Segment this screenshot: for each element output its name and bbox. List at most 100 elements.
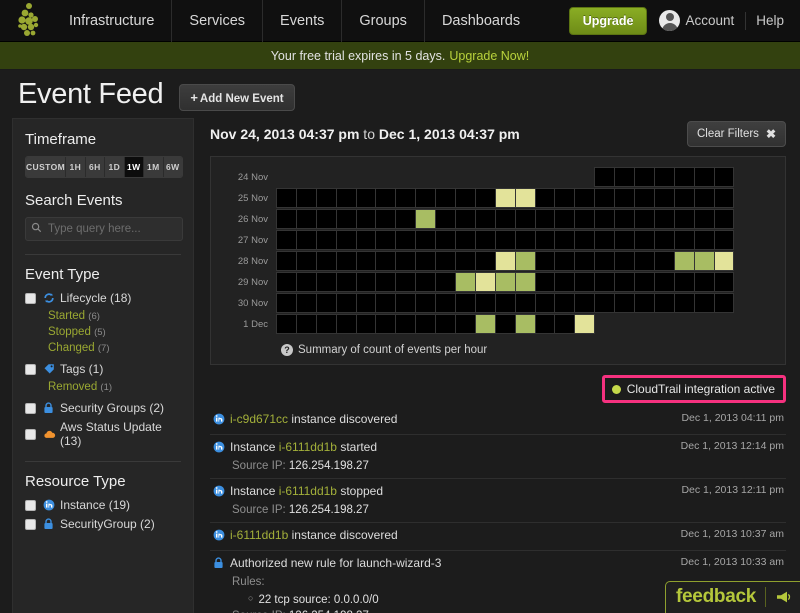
nav-item-dashboards[interactable]: Dashboards (425, 0, 537, 42)
heatmap-cell[interactable] (634, 167, 655, 187)
heatmap-cell[interactable] (514, 230, 536, 250)
heatmap-cell[interactable] (435, 272, 457, 292)
heatmap-cell[interactable] (335, 188, 357, 208)
heatmap-cell[interactable] (295, 230, 317, 250)
heatmap-cell[interactable] (634, 293, 655, 313)
heatmap-cell[interactable] (534, 272, 556, 292)
heatmap-cell[interactable] (514, 209, 536, 229)
heatmap-cell[interactable] (474, 272, 496, 292)
nav-item-services[interactable]: Services (172, 0, 264, 42)
heatmap-cell[interactable] (514, 314, 536, 334)
heatmap-cell[interactable] (614, 188, 636, 208)
filter-security-groups[interactable]: Security Groups (2) (25, 401, 181, 415)
heatmap-cell[interactable] (295, 188, 317, 208)
add-new-event-button[interactable]: + Add New Event (179, 83, 295, 111)
heatmap-cell[interactable] (713, 209, 735, 229)
heatmap-cell[interactable] (614, 272, 636, 292)
heatmap-cell[interactable] (614, 230, 636, 250)
heatmap-cell[interactable] (673, 167, 695, 187)
heatmap-cell[interactable] (395, 251, 417, 271)
heatmap-cell[interactable] (713, 188, 735, 208)
heatmap-cell[interactable] (494, 272, 516, 292)
heatmap-cell[interactable] (554, 209, 576, 229)
heatmap-cell[interactable] (534, 293, 556, 313)
timeframe-option-6w[interactable]: 6W (163, 157, 182, 177)
heatmap-cell[interactable] (673, 251, 695, 271)
heatmap-cell[interactable] (574, 272, 596, 292)
heatmap-cell[interactable] (474, 230, 496, 250)
heatmap-cell[interactable] (574, 188, 596, 208)
filter-resource-instance[interactable]: Instance (19) (25, 498, 181, 512)
heatmap-cell[interactable] (634, 230, 655, 250)
heatmap-cell[interactable] (693, 272, 715, 292)
clear-filters-button[interactable]: Clear Filters ✖ (686, 121, 786, 147)
heatmap-cell[interactable] (474, 209, 496, 229)
heatmap-cell[interactable] (335, 314, 357, 334)
heatmap-cell[interactable] (395, 314, 417, 334)
checkbox-tags[interactable] (25, 363, 36, 375)
heatmap-cell[interactable] (673, 293, 695, 313)
nav-item-infrastructure[interactable]: Infrastructure (52, 0, 173, 42)
heatmap-cell[interactable] (653, 188, 675, 208)
heatmap-cell[interactable] (435, 251, 457, 271)
event-list-item[interactable]: Instance i-6111dd1b stopped Dec 1, 2013 1… (210, 479, 786, 523)
heatmap-cell[interactable] (514, 188, 536, 208)
heatmap-cell[interactable] (673, 188, 695, 208)
heatmap-cell[interactable] (554, 293, 576, 313)
heatmap-cell[interactable] (594, 272, 616, 292)
heatmap-cell[interactable] (494, 314, 516, 334)
heatmap-cell[interactable] (514, 293, 536, 313)
heatmap-cell[interactable] (594, 230, 616, 250)
heatmap-cell[interactable] (653, 293, 675, 313)
heatmap-cell[interactable] (455, 209, 476, 229)
help-question-icon[interactable]: ? (281, 344, 293, 356)
heatmap-cell[interactable] (315, 314, 337, 334)
heatmap-cell[interactable] (494, 188, 516, 208)
heatmap-cell[interactable] (474, 251, 496, 271)
datadog-logo-icon[interactable] (0, 0, 52, 42)
heatmap-cell[interactable] (335, 230, 357, 250)
heatmap-cell[interactable] (693, 251, 715, 271)
nav-item-groups[interactable]: Groups (342, 0, 425, 42)
resource-id-link[interactable]: i-6111dd1b (230, 528, 288, 542)
heatmap-cell[interactable] (455, 293, 476, 313)
feedback-widget[interactable]: feedback (665, 581, 800, 613)
trial-upgrade-link[interactable]: Upgrade Now! (449, 49, 529, 63)
heatmap-cell[interactable] (713, 272, 735, 292)
heatmap-cell[interactable] (554, 188, 576, 208)
heatmap-cell[interactable] (276, 293, 297, 313)
heatmap-cell[interactable] (653, 167, 675, 187)
heatmap-cell[interactable] (335, 293, 357, 313)
heatmap-cell[interactable] (395, 230, 417, 250)
heatmap-cell[interactable] (295, 251, 317, 271)
heatmap-cell[interactable] (594, 167, 616, 187)
nav-item-events[interactable]: Events (263, 0, 343, 42)
heatmap-cell[interactable] (355, 293, 377, 313)
heatmap-cell[interactable] (534, 230, 556, 250)
heatmap-cell[interactable] (554, 314, 576, 334)
heatmap-cell[interactable] (395, 272, 417, 292)
checkbox-lifecycle[interactable] (25, 292, 36, 304)
heatmap-cell[interactable] (653, 230, 675, 250)
heatmap-cell[interactable] (355, 188, 377, 208)
filter-lifecycle[interactable]: Lifecycle (18) (25, 291, 181, 305)
resource-id-link[interactable]: i-6111dd1b (279, 484, 337, 498)
checkbox-resource-instance[interactable] (25, 499, 36, 511)
heatmap-cell[interactable] (355, 314, 377, 334)
heatmap-cell[interactable] (713, 251, 735, 271)
heatmap-cell[interactable] (315, 251, 337, 271)
timeframe-option-1h[interactable]: 1H (66, 157, 86, 177)
heatmap-cell[interactable] (673, 209, 695, 229)
heatmap-cell[interactable] (395, 209, 417, 229)
heatmap-cell[interactable] (693, 188, 715, 208)
heatmap-cell[interactable] (435, 188, 457, 208)
heatmap-cell[interactable] (435, 209, 457, 229)
heatmap-cell[interactable] (455, 251, 476, 271)
heatmap-cell[interactable] (474, 188, 496, 208)
heatmap-cell[interactable] (375, 209, 397, 229)
heatmap-cell[interactable] (295, 209, 317, 229)
heatmap-cell[interactable] (574, 251, 596, 271)
heatmap-cell[interactable] (614, 209, 636, 229)
heatmap-cell[interactable] (474, 314, 496, 334)
heatmap-cell[interactable] (315, 209, 337, 229)
